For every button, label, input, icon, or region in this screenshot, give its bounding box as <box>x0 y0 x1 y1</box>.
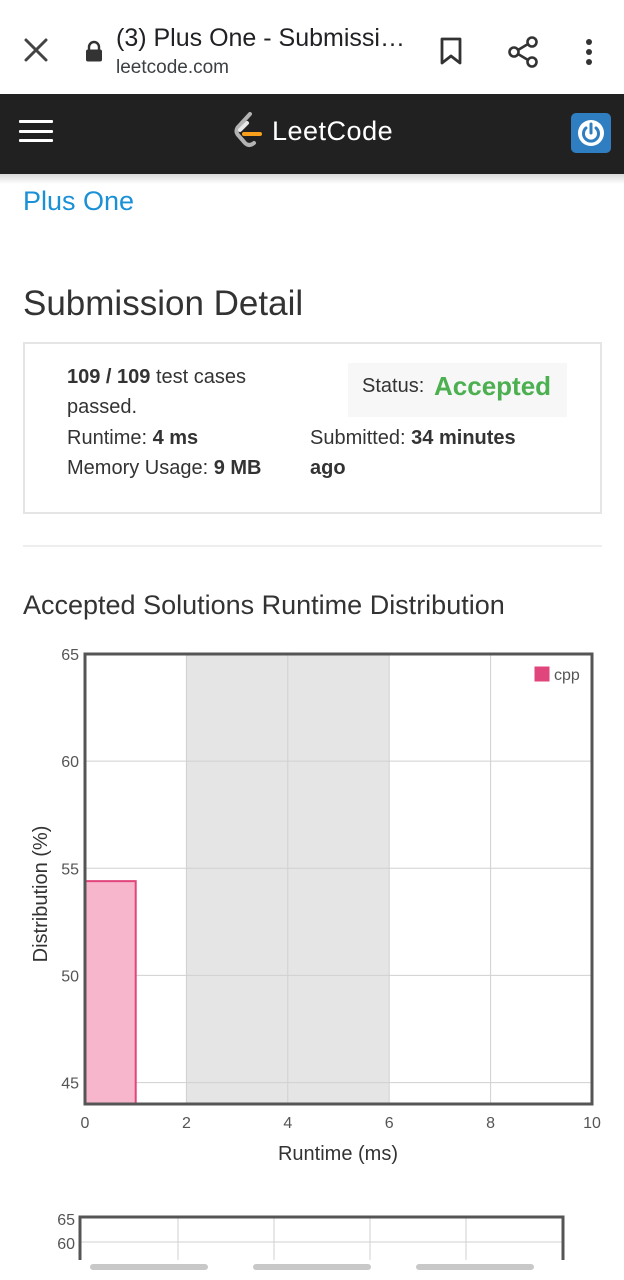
menu-icon-line <box>19 120 53 123</box>
test-cases-passed: passed. <box>67 396 138 418</box>
lock-icon <box>86 40 102 62</box>
submitted-line: Submitted: 34 minutes <box>310 423 516 453</box>
section-divider <box>23 545 602 547</box>
menu-icon-line <box>19 129 53 133</box>
leetcode-logo-icon <box>234 112 262 147</box>
x-tick-label: 8 <box>486 1115 495 1132</box>
memory-line: Memory Usage: 9 MB <box>67 453 262 483</box>
x-tick-label: 6 <box>385 1115 394 1132</box>
submitted-ago: ago <box>310 457 346 479</box>
submitted-label: Submitted: <box>310 427 412 449</box>
y-tick-label: 60 <box>61 754 79 771</box>
runtime-distribution-chart: 0 2 4 6 8 10 45 50 55 60 65 cpp Runtime (ms) Distribu… <box>30 647 601 1165</box>
x-tick-label: 2 <box>182 1115 191 1132</box>
runtime-label: Runtime: <box>67 427 153 449</box>
y-tick-label: 65 <box>61 647 79 664</box>
menu-icon-line <box>19 139 53 142</box>
test-cases-suffix: test cases <box>150 366 247 388</box>
runtime-value: 4 ms <box>152 427 199 449</box>
navbar-shadow <box>0 174 624 184</box>
more-options-button[interactable] <box>574 32 604 72</box>
legend-label: cpp <box>554 667 580 684</box>
y-tick-label: 60 <box>57 1236 75 1253</box>
user-menu-button[interactable] <box>571 113 611 153</box>
page-url[interactable]: leetcode.com <box>116 57 229 79</box>
runtime-line: Runtime: 4 ms <box>67 423 198 453</box>
y-tick-label: 65 <box>57 1212 75 1229</box>
more-vertical-icon <box>586 39 592 65</box>
problem-title-link[interactable]: Plus One <box>23 186 134 217</box>
share-button[interactable] <box>502 32 544 72</box>
plot-frame <box>78 1215 565 1260</box>
close-tab-button[interactable] <box>16 30 56 70</box>
x-tick-label: 10 <box>583 1115 601 1132</box>
test-cases-line: 109 / 109 test cases <box>67 362 246 392</box>
y-tick-label: 55 <box>61 861 79 878</box>
scroll-handle-left <box>90 1264 208 1270</box>
x-tick-label: 0 <box>81 1115 90 1132</box>
memory-label: Memory Usage: <box>67 457 214 479</box>
submitted-value-cont: ago <box>310 453 346 483</box>
legend-swatch-cpp <box>533 665 551 683</box>
status-panel: Status: Accepted <box>348 363 567 417</box>
chart-title: Accepted Solutions Runtime Distribution <box>23 590 505 620</box>
memory-distribution-chart-partial: 6560 <box>57 1212 565 1260</box>
scroll-handle-center <box>253 1264 371 1270</box>
memory-value: 9 MB <box>213 457 262 479</box>
scroll-handle-right <box>416 1264 534 1270</box>
status-badge[interactable]: Accepted <box>434 371 551 402</box>
status-label: Status: <box>362 375 425 397</box>
browser-toolbar: (3) Plus One - Submission Detail - LeetC… <box>0 0 624 94</box>
test-cases-fraction: 109 / 109 <box>67 366 151 388</box>
y-tick-label: 50 <box>61 968 79 985</box>
submission-detail-box: 109 / 109 test cases passed. Runtime: 4 … <box>23 342 602 514</box>
page-title[interactable]: (3) Plus One - Submission Detail - LeetC… <box>116 24 406 53</box>
submitted-value: 34 minutes <box>411 427 516 449</box>
leetcode-logo[interactable]: LeetCode <box>232 108 393 154</box>
y-axis-label: Distribution (%) <box>30 826 52 963</box>
x-tick-label: 4 <box>283 1115 292 1132</box>
share-icon <box>508 36 538 68</box>
close-icon <box>24 38 48 62</box>
bookmark-icon <box>440 37 462 65</box>
x-axis-label: Runtime (ms) <box>278 1143 398 1165</box>
y-tick-label: 45 <box>61 1076 79 1093</box>
menu-button[interactable] <box>18 114 54 148</box>
bookmark-button[interactable] <box>432 32 470 70</box>
bar-cpp <box>84 880 137 1105</box>
power-icon <box>578 120 604 146</box>
section-title: Submission Detail <box>23 284 304 323</box>
leetcode-navbar: LeetCode <box>0 94 624 174</box>
leetcode-logo-text: LeetCode <box>272 115 394 146</box>
